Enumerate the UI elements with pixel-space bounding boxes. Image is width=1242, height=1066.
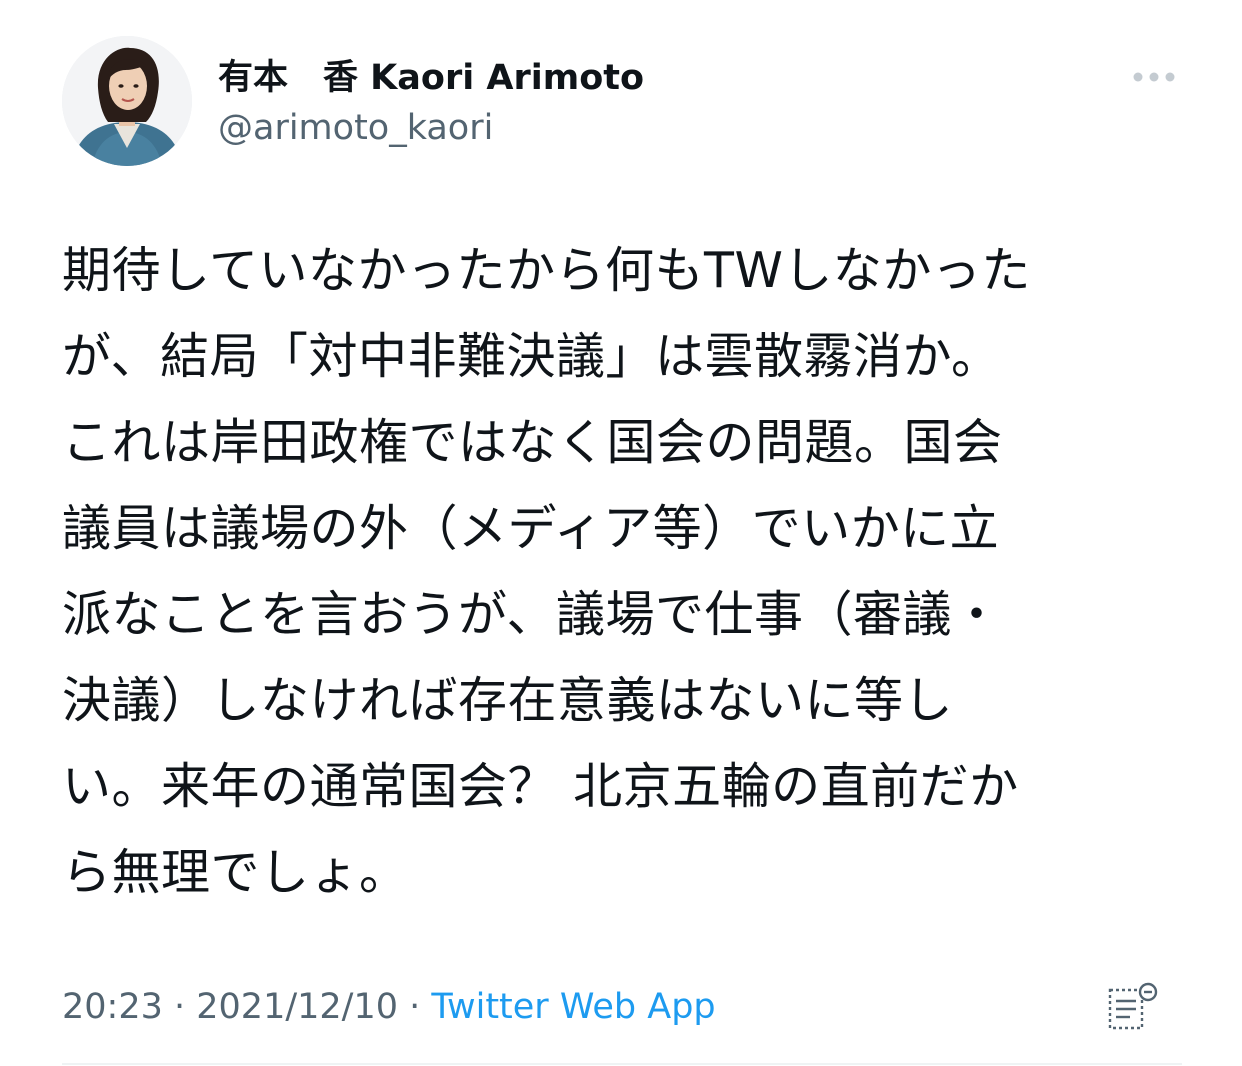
avatar[interactable] [62,36,192,166]
tweet-meta: 20:23 · 2021/12/10 · Twitter Web App [62,980,716,1034]
author-display-name[interactable]: 有本 香 Kaori Arimoto [218,56,644,100]
more-horizontal-icon [1133,72,1175,82]
avatar-portrait-image [62,36,192,166]
tweet-time[interactable]: 20:23 [62,987,163,1027]
tweet-text-line: 議員は議場の外（メディア等）でいかに立 [62,500,1000,557]
author-block[interactable]: 有本 香 Kaori Arimoto @arimoto_kaori [218,56,644,150]
tweet-text-line: が、結局「対中非難決議」は雲散霧消か。 [62,328,1001,385]
tweet-source-link[interactable]: Twitter Web App [431,987,715,1027]
tweet-text-line: これは岸田政権ではなく国会の問題。国会 [62,414,1003,471]
view-analytics-icon [1108,982,1158,1030]
meta-separator: · [398,987,432,1027]
tweet-text: 期待していなかったから何もTWしなかった が、結局「対中非難決議」は雲散霧消か。… [62,228,1182,916]
tweet-text-line: 期待していなかったから何もTWしなかった [62,242,1031,299]
tweet-text-line: 派なことを言おうが、議場で仕事（審議・ [62,586,1002,643]
author-handle[interactable]: @arimoto_kaori [218,106,644,150]
view-analytics-button[interactable] [1100,980,1166,1038]
tweet-text-line: ら無理でしょ。 [62,844,409,901]
tweet-date[interactable]: 2021/12/10 [196,987,398,1027]
meta-separator: · [162,987,197,1027]
more-options-button[interactable] [1126,60,1182,94]
divider [62,1063,1182,1065]
tweet-text-line: 決議）しなければ存在意義はないに等し [62,672,954,729]
tweet: 有本 香 Kaori Arimoto @arimoto_kaori 期待していな… [0,0,1242,1066]
tweet-text-line: い。来年の通常国会？ 北京五輪の直前だか [62,758,1019,815]
